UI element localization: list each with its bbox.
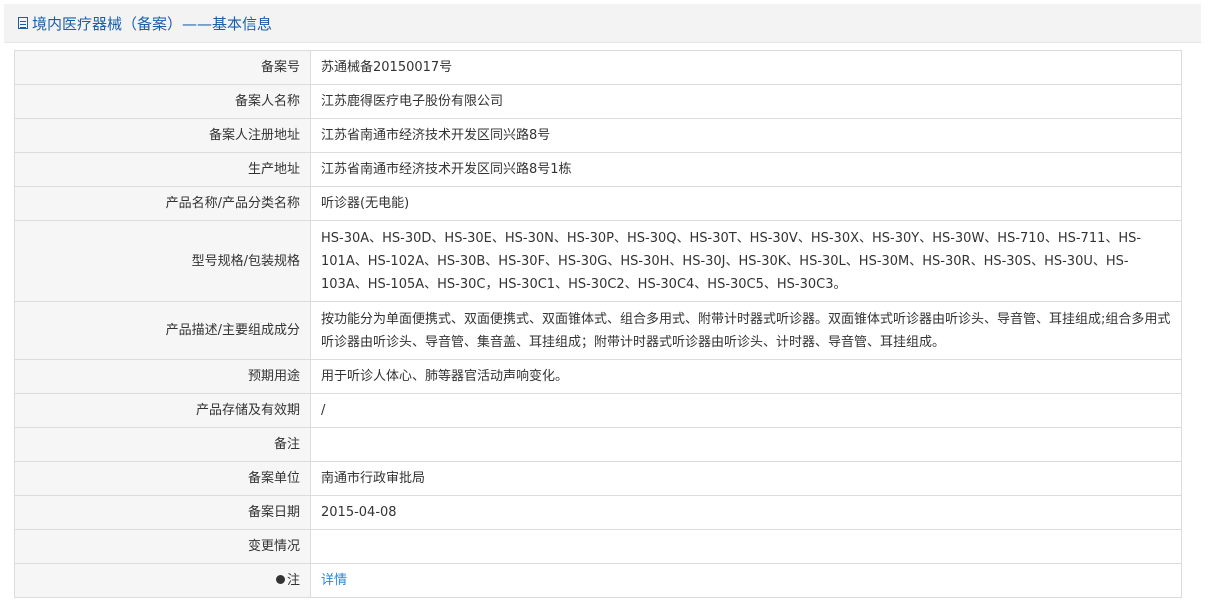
row-label: 变更情况 — [14, 529, 311, 564]
row-value: 2015-04-08 — [310, 495, 1182, 530]
row-value: HS-30A、HS-30D、HS-30E、HS-30N、HS-30P、HS-30… — [310, 220, 1182, 302]
pin-icon — [275, 575, 285, 584]
table-row: 变更情况 — [14, 529, 1182, 564]
table-row: 型号规格/包装规格 HS-30A、HS-30D、HS-30E、HS-30N、HS… — [14, 220, 1182, 302]
row-value: 南通市行政审批局 — [310, 461, 1182, 496]
row-label: 备案人名称 — [14, 84, 311, 119]
row-label: 产品描述/主要组成成分 — [14, 301, 311, 360]
row-value: 用于听诊人体心、肺等器官活动声响变化。 — [310, 359, 1182, 394]
note-label: 注 — [286, 573, 300, 588]
table-row: 预期用途 用于听诊人体心、肺等器官活动声响变化。 — [14, 359, 1182, 394]
row-label: 备案单位 — [14, 461, 311, 496]
row-value — [310, 427, 1182, 462]
row-label: 备案日期 — [14, 495, 311, 530]
row-label: 备案号 — [14, 50, 311, 85]
row-label: 产品名称/产品分类名称 — [14, 186, 311, 221]
table-row: 备案人注册地址 江苏省南通市经济技术开发区同兴路8号 — [14, 118, 1182, 153]
row-value: 苏通械备20150017号 — [310, 50, 1182, 85]
table-row: 备案人名称 江苏鹿得医疗电子股份有限公司 — [14, 84, 1182, 119]
table-row: 备案号 苏通械备20150017号 — [14, 50, 1182, 85]
note-label-cell: 注 — [14, 563, 311, 598]
page-title: 境内医疗器械（备案）——基本信息 — [32, 14, 273, 33]
row-value: 江苏省南通市经济技术开发区同兴路8号 — [310, 118, 1182, 153]
row-label: 预期用途 — [14, 359, 311, 394]
row-value: 听诊器(无电能) — [310, 186, 1182, 221]
row-label: 产品存储及有效期 — [14, 393, 311, 428]
table-row: 生产地址 江苏省南通市经济技术开发区同兴路8号1栋 — [14, 152, 1182, 187]
table-row: 产品存储及有效期 / — [14, 393, 1182, 428]
row-value: 江苏省南通市经济技术开发区同兴路8号1栋 — [310, 152, 1182, 187]
row-value: 按功能分为单面便携式、双面便携式、双面锥体式、组合多用式、附带计时器式听诊器。双… — [310, 301, 1182, 360]
table-row: 产品描述/主要组成成分 按功能分为单面便携式、双面便携式、双面锥体式、组合多用式… — [14, 301, 1182, 360]
note-row: 注 详情 — [14, 563, 1182, 598]
row-label: 备案人注册地址 — [14, 118, 311, 153]
row-value: 江苏鹿得医疗电子股份有限公司 — [310, 84, 1182, 119]
table-row: 备案日期 2015-04-08 — [14, 495, 1182, 530]
table-row: 备案单位 南通市行政审批局 — [14, 461, 1182, 496]
detail-link[interactable]: 详情 — [321, 573, 347, 588]
note-value-cell: 详情 — [310, 563, 1182, 598]
table-row: 备注 — [14, 427, 1182, 462]
row-label: 备注 — [14, 427, 311, 462]
row-value: / — [310, 393, 1182, 428]
document-icon — [18, 17, 28, 29]
table-row: 产品名称/产品分类名称 听诊器(无电能) — [14, 186, 1182, 221]
row-label: 型号规格/包装规格 — [14, 220, 311, 302]
row-label: 生产地址 — [14, 152, 311, 187]
panel-header: 境内医疗器械（备案）——基本信息 — [4, 4, 1201, 43]
info-table: 备案号 苏通械备20150017号 备案人名称 江苏鹿得医疗电子股份有限公司 备… — [14, 50, 1182, 598]
row-value — [310, 529, 1182, 564]
